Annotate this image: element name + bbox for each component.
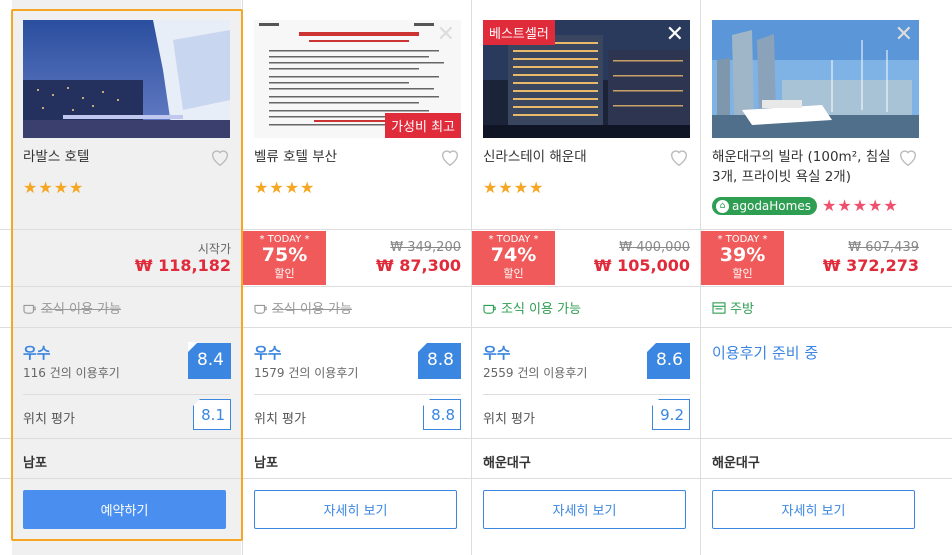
discount-badge: * TODAY * 74% 할인 [472, 231, 555, 285]
review-grade: 우수 [254, 344, 282, 362]
close-icon[interactable]: ✕ [666, 24, 684, 46]
row-divider [0, 327, 952, 328]
hotel-card-shilla-stay[interactable]: 베스트셀러 ✕ 신라스테이 해운대 ★★★★ * TODAY * 74% 할인 … [471, 0, 700, 555]
area-name: 남포 [23, 456, 47, 471]
star-rating: ★★★★★ [822, 196, 899, 215]
star-rating: ★★★★ [483, 178, 545, 197]
amenity-label: 조식 이용 가능 [41, 302, 122, 317]
heart-icon[interactable] [209, 146, 231, 168]
price: ₩ 118,182 [134, 256, 231, 275]
heart-icon[interactable] [439, 146, 461, 168]
location-score: 9.2 [651, 398, 690, 430]
review-count[interactable]: 1579 건의 이용후기 [254, 364, 358, 381]
bestseller-badge: 베스트셀러 [483, 20, 555, 45]
kitchen-icon [712, 301, 726, 314]
hotel-card-lavalse[interactable]: 라발스 호텔 ★★★★ 시작가 ₩ 118,182 조식 이용 가능 우수 11… [12, 0, 241, 555]
amenity: 조식 이용 가능 [483, 298, 581, 317]
amenity-label: 조식 이용 가능 [501, 302, 582, 317]
review-score: 8.8 [418, 342, 461, 379]
review-grade: 우수 [23, 344, 51, 362]
hotel-photo[interactable] [23, 20, 230, 138]
discount-percent: 39% [719, 244, 766, 266]
row-divider [0, 438, 952, 439]
cup-icon [254, 304, 267, 314]
details-button[interactable]: 자세히 보기 [254, 490, 457, 529]
area-name: 해운대구 [483, 456, 531, 471]
hotel-name[interactable]: 신라스테이 해운대 [483, 147, 663, 167]
price: ₩ 87,300 [376, 256, 461, 275]
amenity: 조식 이용 가능 [254, 298, 352, 317]
close-icon[interactable]: ✕ [437, 24, 455, 46]
details-button[interactable]: 자세히 보기 [483, 490, 686, 529]
amenity: 주방 [712, 298, 754, 317]
hotel-comparison-grid: 라발스 호텔 ★★★★ 시작가 ₩ 118,182 조식 이용 가능 우수 11… [0, 0, 952, 555]
price: ₩ 372,273 [822, 256, 919, 275]
divider [23, 394, 230, 395]
original-price: ₩ 400,000 [619, 240, 690, 255]
hotel-card-haeundae-villa[interactable]: ✕ 해운대구의 빌라 (100m², 침실 3개, 프라이빗 욕실 2개) ⌂ … [700, 0, 929, 555]
book-button[interactable]: 예약하기 [23, 490, 226, 529]
hotel-card-value-busan[interactable]: ✕ 가성비 최고 벨류 호텔 부산 ★★★★ * TODAY * 75% 할인 … [242, 0, 471, 555]
location-score: 8.1 [192, 398, 231, 430]
discount-percent: 74% [490, 244, 537, 266]
discount-badge: * TODAY * 75% 할인 [243, 231, 326, 285]
review-score: 8.4 [188, 342, 231, 379]
discount-word: 할인 [732, 267, 753, 280]
hotel-photo[interactable]: 베스트셀러 ✕ [483, 20, 690, 138]
location-score: 8.8 [422, 398, 461, 430]
star-rating: ★★★★ [254, 178, 316, 197]
review-grade: 우수 [483, 344, 511, 362]
cup-icon [23, 304, 36, 314]
heart-icon[interactable] [668, 146, 690, 168]
review-count[interactable]: 116 건의 이용후기 [23, 364, 120, 381]
discount-badge: * TODAY * 39% 할인 [701, 231, 784, 285]
location-label: 위치 평가 [23, 412, 75, 427]
review-count[interactable]: 2559 건의 이용후기 [483, 364, 587, 381]
hotel-photo[interactable]: ✕ [712, 20, 919, 138]
review-score: 8.6 [647, 342, 690, 379]
home-icon: ⌂ [716, 199, 729, 213]
cup-icon [483, 304, 496, 314]
amenity: 조식 이용 가능 [23, 298, 121, 317]
area-name: 해운대구 [712, 456, 760, 471]
hotel-photo[interactable]: ✕ 가성비 최고 [254, 20, 461, 138]
hotel-name[interactable]: 벨류 호텔 부산 [254, 147, 434, 167]
divider [254, 394, 461, 395]
divider [483, 394, 690, 395]
row-divider [0, 229, 952, 230]
close-icon[interactable]: ✕ [895, 24, 913, 46]
reviews-pending: 이용후기 준비 중 [712, 344, 819, 362]
original-price: ₩ 607,439 [848, 240, 919, 255]
value-badge: 가성비 최고 [385, 113, 461, 138]
star-rating: ★★★★ [23, 178, 85, 197]
amenity-label: 주방 [730, 302, 754, 317]
row-divider [0, 478, 952, 479]
price-prefix: 시작가 [197, 242, 231, 256]
hotel-name[interactable]: 라발스 호텔 [23, 147, 203, 167]
heart-icon[interactable] [897, 146, 919, 168]
discount-word: 할인 [274, 267, 295, 280]
row-divider [0, 286, 952, 287]
location-label: 위치 평가 [483, 412, 535, 427]
amenity-label: 조식 이용 가능 [272, 302, 353, 317]
details-button[interactable]: 자세히 보기 [712, 490, 915, 529]
original-price: ₩ 349,200 [390, 240, 461, 255]
agoda-homes-badge: ⌂ agodaHomes [712, 197, 817, 215]
discount-word: 할인 [503, 267, 524, 280]
discount-percent: 75% [261, 244, 308, 266]
agoda-homes-label: agodaHomes [732, 199, 811, 213]
hotel-name[interactable]: 해운대구의 빌라 (100m², 침실 3개, 프라이빗 욕실 2개) [712, 147, 892, 187]
location-label: 위치 평가 [254, 412, 306, 427]
area-name: 남포 [254, 456, 278, 471]
price: ₩ 105,000 [593, 256, 690, 275]
